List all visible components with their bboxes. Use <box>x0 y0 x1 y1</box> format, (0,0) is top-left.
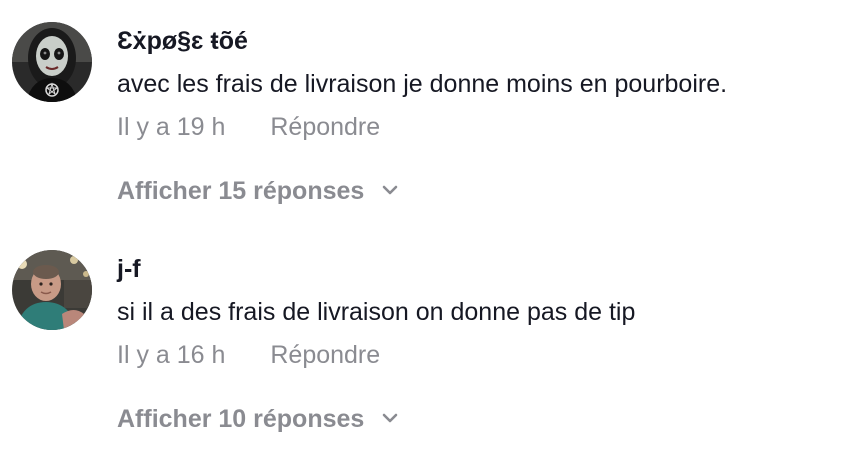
avatar[interactable] <box>12 250 92 330</box>
username[interactable]: Ɛẋpø§ɛ ŧõé <box>117 24 846 58</box>
timestamp: Il y a 19 h <box>117 113 226 141</box>
view-replies-label: Afficher 10 réponses <box>117 405 365 433</box>
view-replies-label: Afficher 15 réponses <box>117 177 365 205</box>
comment-body: j-f si il a des frais de livraison on do… <box>117 252 846 372</box>
view-replies-button[interactable]: Afficher 15 réponses <box>117 174 399 208</box>
comment-meta: Il y a 19 h Répondre <box>117 110 846 144</box>
view-replies-button[interactable]: Afficher 10 réponses <box>117 402 399 436</box>
avatar[interactable] <box>12 22 92 102</box>
comment-meta: Il y a 16 h Répondre <box>117 338 846 372</box>
chevron-down-icon <box>382 186 398 195</box>
reply-button[interactable]: Répondre <box>270 110 380 144</box>
username[interactable]: j-f <box>117 252 846 286</box>
comment-text: avec les frais de livraison je donne moi… <box>117 70 728 98</box>
gothic-doll-avatar-icon <box>12 22 92 102</box>
timestamp: Il y a 16 h <box>117 341 226 369</box>
man-photo-avatar-icon <box>12 250 92 330</box>
comment-body: Ɛẋpø§ɛ ŧõé avec les frais de livraison j… <box>117 24 846 144</box>
reply-button[interactable]: Répondre <box>270 338 380 372</box>
comment-text: si il a des frais de livraison on donne … <box>117 298 636 326</box>
chevron-down-icon <box>382 414 398 423</box>
